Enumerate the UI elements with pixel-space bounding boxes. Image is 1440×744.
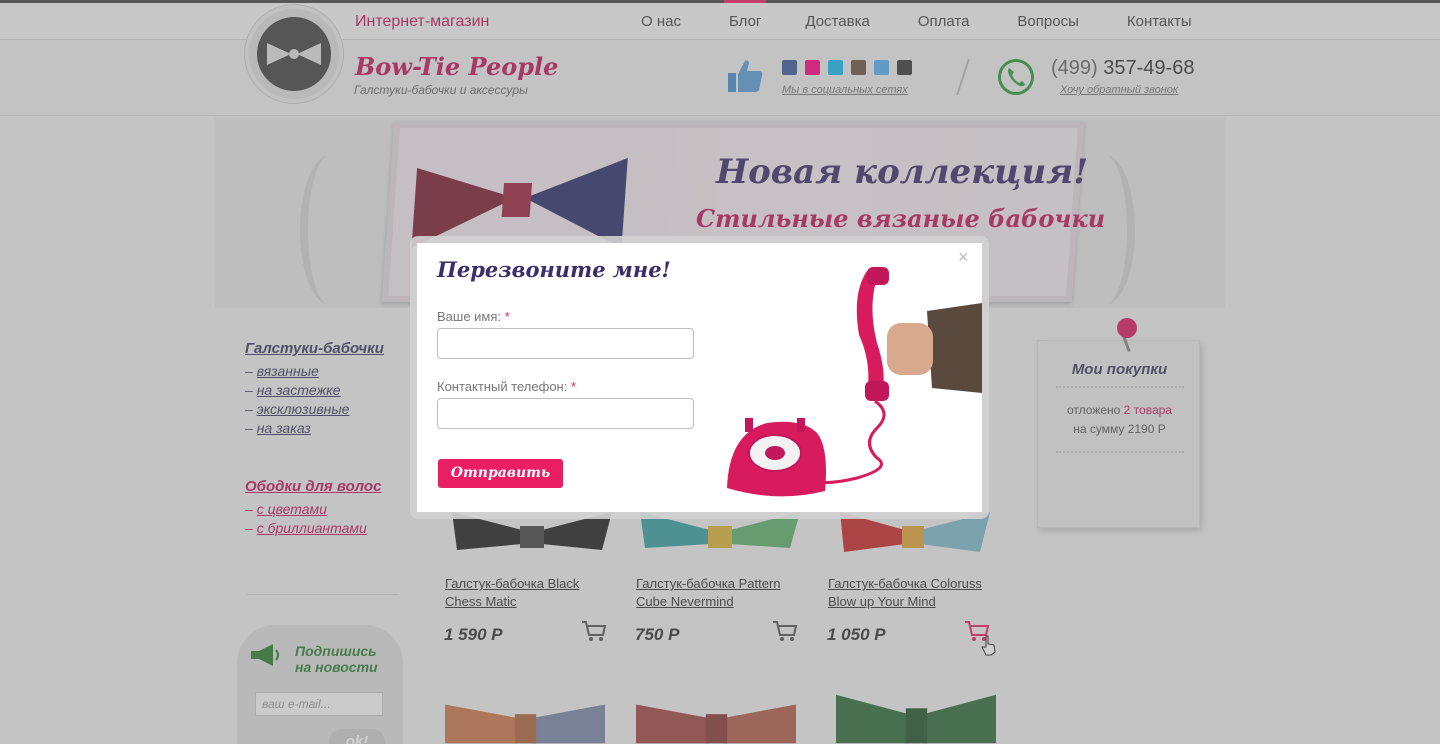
modal-title: Перезвоните мне! (437, 257, 671, 282)
phone-field-label: Контактный телефон: * (437, 379, 576, 394)
phone-label-text: Контактный телефон: (437, 379, 568, 394)
required-mark: * (570, 379, 577, 394)
name-field-label: Ваше имя: * (437, 309, 510, 324)
callback-modal: Перезвоните мне! × Ваше имя: * Контактны… (417, 243, 982, 512)
required-mark: * (504, 309, 510, 324)
retro-phone-illustration (727, 267, 982, 497)
submit-button[interactable]: Отправить (438, 459, 563, 488)
name-label-text: Ваше имя: (437, 309, 502, 324)
phone-input[interactable] (437, 398, 694, 429)
name-input[interactable] (437, 328, 694, 359)
